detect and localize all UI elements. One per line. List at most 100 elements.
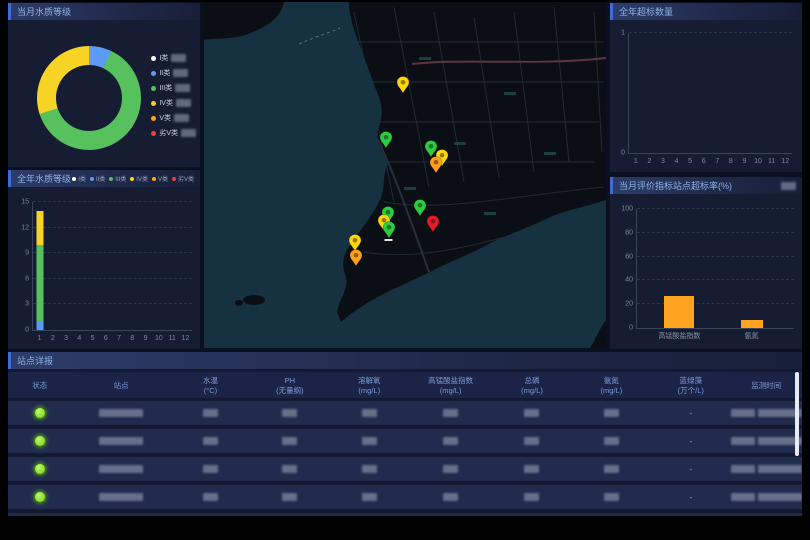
algae-value: -	[689, 409, 692, 418]
table-cell	[730, 493, 801, 501]
legend-label: I类	[78, 174, 86, 183]
map-marker[interactable]	[427, 215, 440, 232]
table-cell	[171, 465, 250, 473]
panel-month-exceed-rate: 当月评价指标站点超标率(%) 020406080100高锰酸盐指数氨氮	[610, 177, 802, 349]
table-cell	[171, 409, 250, 417]
column-header: 水温(°C)	[171, 376, 250, 395]
map-marker[interactable]	[396, 76, 409, 93]
legend-swatch	[172, 177, 176, 181]
table-row[interactable]: -	[8, 401, 802, 425]
redacted-value	[443, 493, 458, 501]
stacked-bar-segment	[36, 211, 43, 245]
table-cell	[572, 493, 651, 501]
bar-category-label: 氨氮	[745, 331, 759, 341]
map-marker[interactable]	[429, 156, 442, 173]
map-marker[interactable]	[382, 221, 395, 238]
column-header: 氨氮(mg/L)	[572, 376, 651, 395]
panel-month-quality-header: 当月水质等级	[8, 3, 200, 20]
station-table-title: 站点详报	[17, 354, 53, 367]
x-axis-tick: 9	[144, 335, 148, 342]
column-label: PH	[285, 376, 295, 385]
x-axis-tick: 7	[715, 158, 719, 165]
table-row[interactable]: -	[8, 429, 802, 453]
column-header: 总磷(mg/L)	[492, 376, 571, 395]
column-header: PH(无量纲)	[250, 376, 329, 395]
panel-year-exceed-title: 全年超标数量	[619, 5, 673, 18]
table-cell	[250, 437, 329, 445]
column-unit: (mg/L)	[440, 386, 462, 395]
year-quality-legend: I类II类III类IV类V类劣V类	[72, 174, 194, 183]
table-cell	[409, 493, 492, 501]
grid-line	[33, 303, 192, 304]
x-axis-tick: 6	[702, 158, 706, 165]
redacted-station-name	[99, 437, 143, 445]
table-cell	[492, 493, 571, 501]
grid-line	[629, 32, 792, 33]
year-exceed-plot: 01123456789101112	[628, 33, 792, 154]
algae-value: -	[689, 437, 692, 446]
column-unit: (mg/L)	[601, 386, 623, 395]
map-marker[interactable]	[413, 199, 426, 216]
map-marker[interactable]	[349, 249, 362, 266]
map-marker[interactable]	[380, 131, 393, 148]
table-cell	[8, 463, 72, 475]
grid-line	[33, 278, 192, 279]
table-scrollbar[interactable]	[795, 372, 799, 456]
legend-label: III类	[115, 174, 126, 183]
bar	[664, 296, 694, 328]
legend-swatch	[151, 56, 156, 61]
redacted-legend-value	[173, 69, 188, 77]
legend-item: II类	[151, 68, 196, 78]
y-axis-tick: 60	[625, 253, 633, 260]
panel-year-quality: 全年水质等级 I类II类III类IV类V类劣V类 036912151234567…	[8, 170, 200, 349]
redacted-value	[282, 437, 297, 445]
x-axis-tick: 1	[38, 335, 42, 342]
y-axis-tick: 0	[25, 327, 29, 334]
legend-item: I类	[72, 174, 86, 183]
table-row[interactable]: -	[8, 485, 802, 509]
grid-line	[637, 208, 794, 209]
bar	[741, 320, 763, 328]
x-axis-tick: 7	[117, 335, 121, 342]
redacted-legend-value	[174, 114, 189, 122]
redacted-value	[282, 409, 297, 417]
redacted-date	[731, 409, 755, 417]
grid-line	[637, 232, 794, 233]
grid-line	[33, 252, 192, 253]
grid-line	[637, 279, 794, 280]
table-body: -----	[8, 401, 802, 516]
table-cell	[572, 465, 651, 473]
redacted-value	[203, 437, 218, 445]
x-axis-tick: 1	[634, 158, 638, 165]
column-label: 高锰酸盐指数	[428, 376, 473, 385]
column-label: 蓝绿藻	[680, 376, 703, 385]
table-cell	[330, 493, 409, 501]
redacted-value	[604, 493, 619, 501]
pin-icon	[396, 76, 409, 93]
legend-label: V类	[159, 113, 171, 123]
y-axis-tick: 9	[25, 250, 29, 257]
legend-item: III类	[151, 83, 196, 93]
table-cell	[492, 437, 571, 445]
pin-icon	[382, 221, 395, 238]
legend-label: 劣V类	[178, 174, 194, 183]
column-label: 溶解氧	[358, 376, 381, 385]
table-row[interactable]: -	[8, 457, 802, 481]
column-header: 监测时间	[730, 381, 801, 390]
column-unit: (°C)	[204, 386, 217, 395]
redacted-corner-note	[781, 182, 796, 190]
month-quality-legend: I类II类III类IV类V类劣V类	[151, 53, 196, 138]
grid-line	[637, 256, 794, 257]
x-axis-tick: 2	[51, 335, 55, 342]
y-axis-tick: 20	[625, 301, 633, 308]
y-axis-tick: 80	[625, 229, 633, 236]
redacted-value	[604, 437, 619, 445]
grid-line	[637, 303, 794, 304]
table-cell	[171, 493, 250, 501]
pin-icon	[349, 249, 362, 266]
pin-icon	[429, 156, 442, 173]
legend-item: II类	[90, 174, 105, 183]
y-axis-tick: 1	[621, 30, 625, 37]
map[interactable]	[204, 2, 606, 348]
table-cell	[572, 437, 651, 445]
